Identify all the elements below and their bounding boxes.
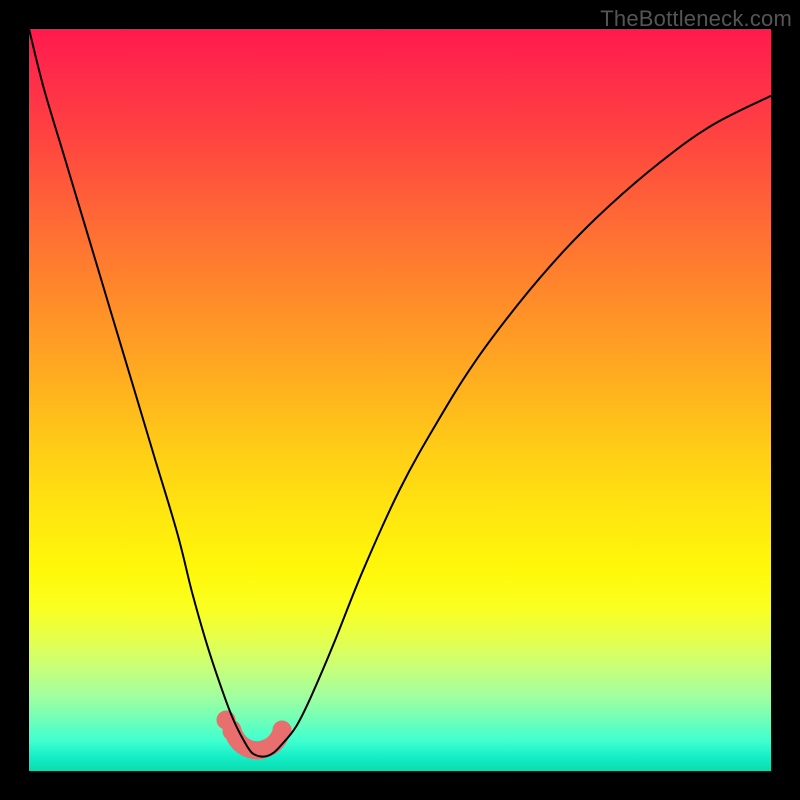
curve-svg <box>29 29 771 771</box>
bottleneck-curve <box>29 29 771 757</box>
bump-region <box>217 711 291 750</box>
chart-container: TheBottleneck.com <box>0 0 800 800</box>
plot-area <box>29 29 771 771</box>
watermark-text: TheBottleneck.com <box>600 6 792 32</box>
